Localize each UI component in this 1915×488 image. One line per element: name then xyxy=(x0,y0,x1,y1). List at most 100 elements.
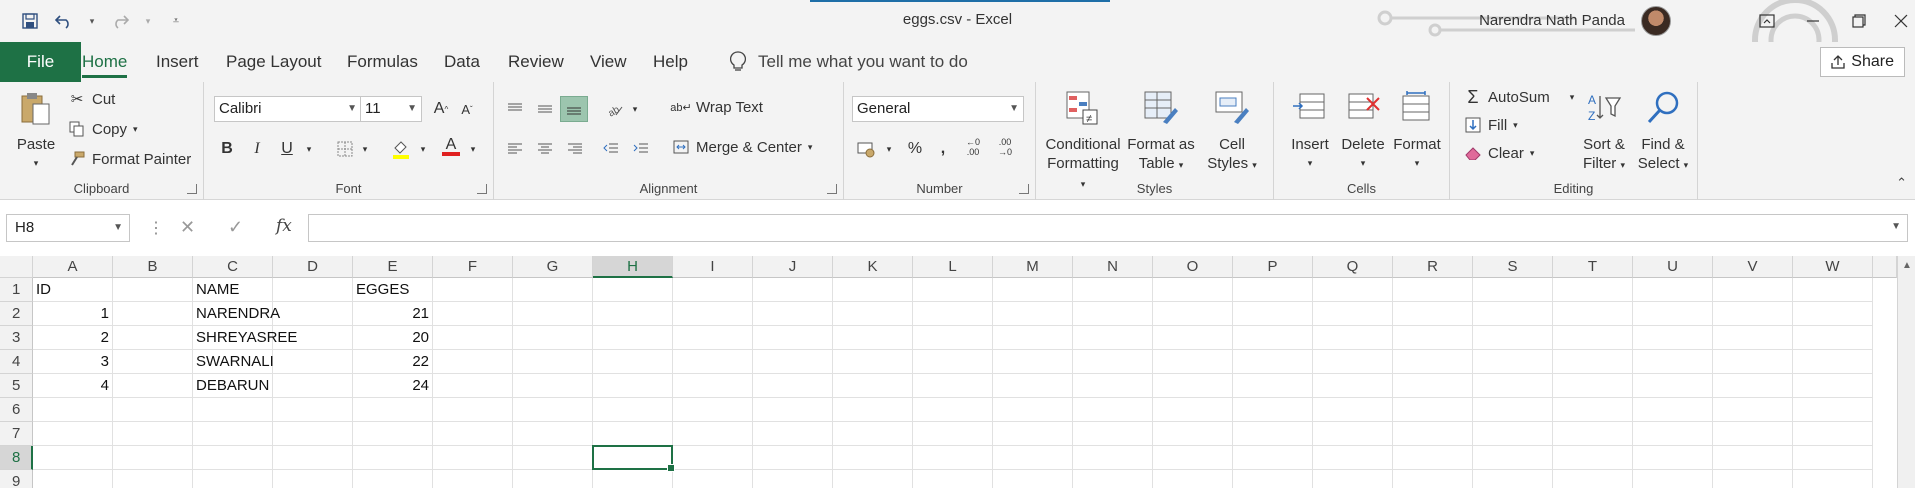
cell-v3[interactable] xyxy=(1713,326,1793,350)
cell-c4[interactable]: SWARNALI xyxy=(193,350,274,374)
cell-a2[interactable]: 1 xyxy=(33,302,113,326)
user-avatar[interactable] xyxy=(1641,6,1671,36)
cell-q2[interactable] xyxy=(1313,302,1393,326)
cell-v1[interactable] xyxy=(1713,278,1793,302)
font-color-dropdown-icon[interactable]: ▾ xyxy=(462,138,484,160)
cell-u9[interactable] xyxy=(1633,470,1713,488)
cell-q7[interactable] xyxy=(1313,422,1393,446)
cell-e1[interactable]: EGGES xyxy=(353,278,433,302)
cell-g6[interactable] xyxy=(513,398,593,422)
cell-f8[interactable] xyxy=(433,446,513,470)
cell-e2[interactable]: 21 xyxy=(353,302,433,326)
cell-v9[interactable] xyxy=(1713,470,1793,488)
cell-b7[interactable] xyxy=(113,422,193,446)
column-header-o[interactable]: O xyxy=(1153,256,1233,278)
row-header-6[interactable]: 6 xyxy=(0,398,33,422)
cell-v5[interactable] xyxy=(1713,374,1793,398)
cell-c7[interactable] xyxy=(193,422,273,446)
cell-g5[interactable] xyxy=(513,374,593,398)
delete-cells-button[interactable]: Delete ▾ xyxy=(1338,90,1388,173)
cell-r8[interactable] xyxy=(1393,446,1473,470)
cell-p5[interactable] xyxy=(1233,374,1313,398)
cell-s1[interactable] xyxy=(1473,278,1553,302)
row-header-2[interactable]: 2 xyxy=(0,302,33,326)
cell-w5[interactable] xyxy=(1793,374,1873,398)
collapse-ribbon-icon[interactable]: ⌃ xyxy=(1896,175,1907,191)
cell-h5[interactable] xyxy=(593,374,673,398)
cell-s3[interactable] xyxy=(1473,326,1553,350)
cell-m4[interactable] xyxy=(993,350,1073,374)
user-name[interactable]: Narendra Nath Panda xyxy=(1479,12,1625,29)
top-align-icon[interactable] xyxy=(504,98,526,120)
align-left-icon[interactable] xyxy=(504,138,526,160)
worksheet-grid[interactable]: ▲ A B C D E F G H I J K L M N O P Q R S T U V W 1 ID NAME EGGES 2 1 N… xyxy=(0,256,1915,488)
orientation-dropdown-icon[interactable]: ▾ xyxy=(624,98,646,120)
alignment-launcher-icon[interactable] xyxy=(827,184,837,194)
cell-i3[interactable] xyxy=(673,326,753,350)
select-all-corner[interactable] xyxy=(0,256,33,278)
cell-n3[interactable] xyxy=(1073,326,1153,350)
find-select-button[interactable]: Find & Select ▾ xyxy=(1634,90,1692,175)
column-header-w[interactable]: W xyxy=(1793,256,1873,278)
tab-view[interactable]: View xyxy=(590,42,627,82)
column-header-d[interactable]: D xyxy=(273,256,353,278)
cell-n8[interactable] xyxy=(1073,446,1153,470)
cell-b3[interactable] xyxy=(113,326,193,350)
cell-h7[interactable] xyxy=(593,422,673,446)
cell-f9[interactable] xyxy=(433,470,513,488)
cell-r3[interactable] xyxy=(1393,326,1473,350)
column-header-l[interactable]: L xyxy=(913,256,993,278)
borders-icon[interactable] xyxy=(334,138,356,160)
cell-a3[interactable]: 2 xyxy=(33,326,113,350)
cell-t7[interactable] xyxy=(1553,422,1633,446)
cell-t1[interactable] xyxy=(1553,278,1633,302)
cell-h2[interactable] xyxy=(593,302,673,326)
conditional-formatting-button[interactable]: ≠ Conditional Formatting ▾ xyxy=(1044,90,1122,194)
cell-a9[interactable] xyxy=(33,470,113,488)
cell-b6[interactable] xyxy=(113,398,193,422)
cell-f3[interactable] xyxy=(433,326,513,350)
cell-o8[interactable] xyxy=(1153,446,1233,470)
column-header-i[interactable]: I xyxy=(673,256,753,278)
cell-s6[interactable] xyxy=(1473,398,1553,422)
row-header-9[interactable]: 9 xyxy=(0,470,33,488)
column-header-e[interactable]: E xyxy=(353,256,433,278)
cell-o1[interactable] xyxy=(1153,278,1233,302)
cell-c6[interactable] xyxy=(193,398,273,422)
cell-u2[interactable] xyxy=(1633,302,1713,326)
cell-k1[interactable] xyxy=(833,278,913,302)
fill-button[interactable]: Fill ▾ xyxy=(1464,116,1518,134)
bottom-align-icon[interactable] xyxy=(560,96,588,122)
cell-t8[interactable] xyxy=(1553,446,1633,470)
cell-s7[interactable] xyxy=(1473,422,1553,446)
cell-a8[interactable] xyxy=(33,446,113,470)
cell-u5[interactable] xyxy=(1633,374,1713,398)
cell-f4[interactable] xyxy=(433,350,513,374)
align-right-icon[interactable] xyxy=(564,138,586,160)
cell-d7[interactable] xyxy=(273,422,353,446)
cell-g1[interactable] xyxy=(513,278,593,302)
cell-b2[interactable] xyxy=(113,302,193,326)
cell-k3[interactable] xyxy=(833,326,913,350)
cell-m3[interactable] xyxy=(993,326,1073,350)
cell-styles-button[interactable]: Cell Styles ▾ xyxy=(1200,90,1264,175)
cell-j9[interactable] xyxy=(753,470,833,488)
cell-n2[interactable] xyxy=(1073,302,1153,326)
cell-n5[interactable] xyxy=(1073,374,1153,398)
cell-q4[interactable] xyxy=(1313,350,1393,374)
cell-v2[interactable] xyxy=(1713,302,1793,326)
cell-e8[interactable] xyxy=(353,446,433,470)
cell-t5[interactable] xyxy=(1553,374,1633,398)
cell-n1[interactable] xyxy=(1073,278,1153,302)
cell-p6[interactable] xyxy=(1233,398,1313,422)
cell-j1[interactable] xyxy=(753,278,833,302)
increase-font-size-icon[interactable]: A ^ xyxy=(430,98,452,120)
tab-page-layout[interactable]: Page Layout xyxy=(226,42,321,82)
cell-m9[interactable] xyxy=(993,470,1073,488)
cell-j7[interactable] xyxy=(753,422,833,446)
cell-d4[interactable] xyxy=(273,350,353,374)
fill-color-dropdown-icon[interactable]: ▾ xyxy=(412,138,434,160)
cell-k9[interactable] xyxy=(833,470,913,488)
cell-l4[interactable] xyxy=(913,350,993,374)
cell-s9[interactable] xyxy=(1473,470,1553,488)
